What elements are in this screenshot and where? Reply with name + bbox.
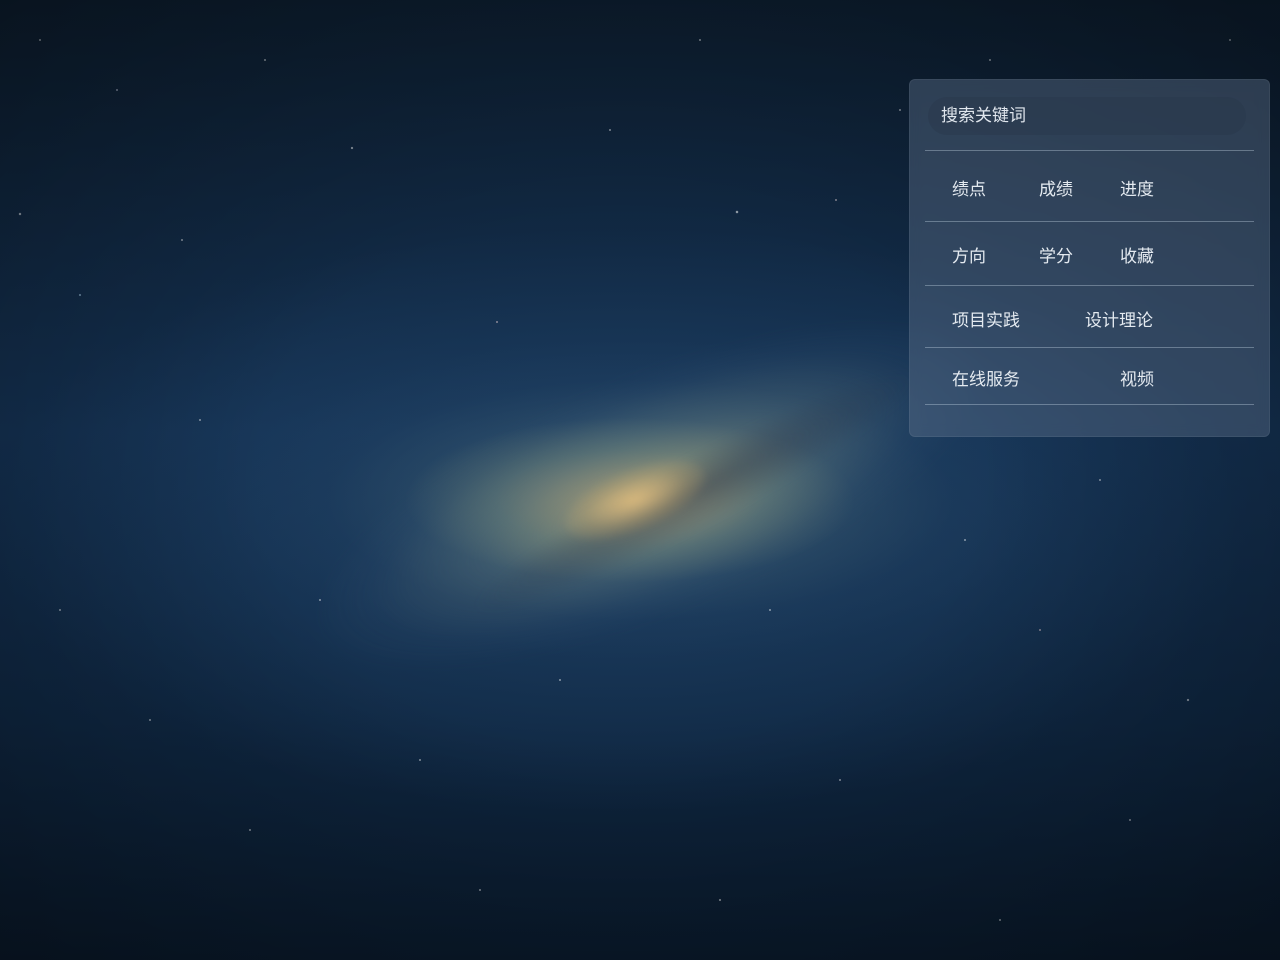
desktop-wallpaper: 绩点 成绩 进度 方向 学分 收藏 项目实践 设计理论 在线服务 视频 [0, 0, 1280, 960]
divider [925, 404, 1254, 405]
menu-item-online-service[interactable]: 在线服务 [952, 365, 1020, 390]
menu-item-project-practice[interactable]: 项目实践 [952, 306, 1020, 331]
menu-item-grades[interactable]: 成绩 [1039, 175, 1073, 200]
menu-item-design-theory[interactable]: 设计理论 [1085, 306, 1153, 331]
menu-item-favorites[interactable]: 收藏 [1120, 242, 1154, 267]
search-box[interactable] [928, 97, 1246, 135]
menu-item-gpa[interactable]: 绩点 [952, 175, 986, 200]
menu-item-progress[interactable]: 进度 [1120, 175, 1154, 200]
search-input[interactable] [941, 106, 1231, 126]
menu-item-direction[interactable]: 方向 [952, 242, 986, 267]
divider [925, 347, 1254, 348]
search-menu-panel: 绩点 成绩 进度 方向 学分 收藏 项目实践 设计理论 在线服务 视频 [909, 79, 1270, 437]
divider [925, 150, 1254, 151]
divider [925, 285, 1254, 286]
menu-item-video[interactable]: 视频 [1120, 365, 1154, 390]
menu-item-credits[interactable]: 学分 [1039, 242, 1073, 267]
divider [925, 221, 1254, 222]
